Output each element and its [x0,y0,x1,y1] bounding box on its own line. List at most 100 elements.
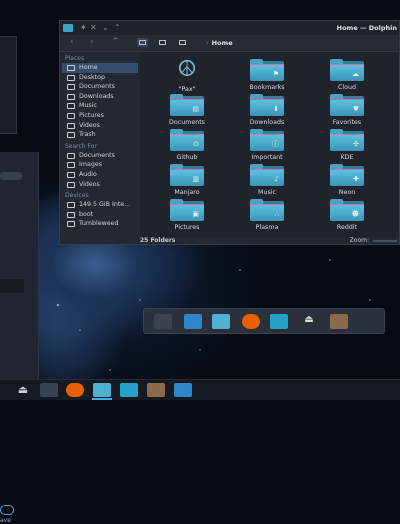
background-settings-window[interactable]: ave [0,152,39,524]
sidebar-item-icon [67,132,75,139]
settings-icon[interactable] [154,314,172,329]
minimize-icon[interactable]: ⌄ [102,23,109,32]
media-icon[interactable] [330,314,348,329]
search-item-label: Audio [79,170,97,178]
folder-label: Music [258,189,276,196]
file-view[interactable]: ☮ "Pax" ⚑ Bookmarks ☁ Cloud ▤ Documents ⬇ Downloa… [140,52,399,237]
sidebar-item-icon [67,103,75,110]
dolphin-taskbar-icon[interactable] [93,383,111,397]
plasma-icon: ∴ [250,199,284,221]
folder-item[interactable]: ∴ Plasma [227,199,307,231]
folder-item[interactable]: ☻ Reddit [307,199,387,231]
breadcrumb[interactable]: › Home [206,39,233,47]
device-item-icon [67,211,75,218]
folder-item[interactable]: ▥ Manjaro [147,164,227,196]
sidebar-item-pictures[interactable]: Pictures [62,111,138,121]
zoom-label: Zoom: [349,237,369,244]
folder-item[interactable]: ⊙ Github [147,129,227,161]
folder-taskbar-icon[interactable] [174,383,192,397]
sidebar-item-downloads[interactable]: Downloads [62,92,138,102]
background-window[interactable] [0,36,17,134]
sidebar-item-label: Desktop [79,73,105,81]
title-bar[interactable]: ✦ ✕ ⌄ ⌃ Home — Dolphin [60,21,399,35]
sidebar-item-icon [67,93,75,100]
discover-icon[interactable] [270,314,288,329]
dolphin-icon[interactable] [212,314,230,329]
toggle-switch[interactable] [0,505,14,515]
sidebar-item-videos[interactable]: Videos [62,121,138,131]
folder-label: Documents [169,119,205,126]
item-count: 25 Folders [140,237,176,244]
device-item-tumbleweed[interactable]: Tumbleweed [62,219,138,229]
download-icon: ⬇ [250,94,284,116]
search-item-icon [67,162,75,169]
peace-icon: ☮ [177,57,197,82]
sidebar-item-desktop[interactable]: Desktop [62,73,138,83]
sidebar-item-home[interactable]: Home [62,63,138,73]
folder-label: "Pax" [178,86,196,93]
firefox-icon[interactable] [242,314,260,329]
zoom-slider[interactable] [373,240,397,242]
folder-item[interactable]: ✚ Neon [307,164,387,196]
breadcrumb-separator: › [206,39,209,47]
heart-icon: ♥ [330,94,364,116]
search-item-documents[interactable]: Documents [62,151,138,161]
close-icon[interactable]: ✕ [90,23,97,32]
music-icon: ♪ [250,164,284,186]
folder-item[interactable]: ♪ Music [227,164,307,196]
sidebar-item-icon [67,122,75,129]
launcher-icon[interactable]: ⏏ [14,383,32,397]
sidebar-item-label: Home [79,64,98,71]
device-item-boot[interactable]: boot [62,210,138,220]
discover-taskbar-icon[interactable] [120,383,138,397]
sidebar-item-documents[interactable]: Documents [62,82,138,92]
back-icon[interactable]: ‹ [70,38,74,47]
firefox-taskbar-icon[interactable] [66,383,84,397]
search-header: Search For [65,142,97,150]
folder-label: Neon [338,189,356,196]
window-title: Home — Dolphin [336,24,397,32]
search-item-images[interactable]: Images [62,160,138,170]
folder-item[interactable]: ▤ Documents [147,94,227,126]
folder-item[interactable]: ⚑ Bookmarks [227,59,307,91]
folder-item[interactable]: ☁ Cloud [307,59,387,91]
sidebar-item-trash[interactable]: Trash [62,130,138,140]
folder-label: Github [176,154,198,161]
toggle-label: ave [0,517,11,524]
maximize-icon[interactable]: ⌃ [114,23,121,32]
folder-label: Manjaro [174,189,200,196]
folder-label: Plasma [255,224,279,231]
status-bar: 25 Folders Zoom: [140,237,399,245]
folder-icon[interactable] [184,314,202,329]
device-item-label: 149.5 GiB Inte... [79,201,131,209]
sidebar-item-music[interactable]: Music [62,101,138,111]
folder-item[interactable]: ☮ "Pax" [147,57,227,94]
bookmark-icon: ⚑ [250,59,284,81]
up-icon[interactable]: ⌃ [112,38,120,47]
settings-field[interactable] [0,279,24,293]
pin-icon[interactable]: ✦ [80,23,87,32]
folder-label: Important [251,154,283,161]
media-taskbar-icon[interactable] [147,383,165,397]
image-icon: ▣ [170,199,204,221]
folder-item[interactable]: ✣ KDE [307,129,387,161]
folder-item[interactable]: ▣ Pictures [147,199,227,231]
folder-item[interactable]: ⓘ Important [227,129,307,161]
icon-view-button[interactable] [137,38,148,47]
folder-item[interactable]: ♥ Favorites [307,94,387,126]
device-item-149-5-gib-inte[interactable]: 149.5 GiB Inte... [62,200,138,210]
folder-item[interactable]: ⬇ Downloads [227,94,307,126]
breadcrumb-home[interactable]: Home [212,39,233,47]
folder-label: Bookmarks [249,84,285,91]
compact-view-button[interactable] [157,38,168,47]
search-item-label: Videos [79,180,100,188]
eject-icon[interactable]: ⏏ [300,314,318,329]
places-panel: Places Home Desktop Documents Downloads Musi… [62,52,138,237]
settings-taskbar-icon[interactable] [40,383,58,397]
forward-icon[interactable]: › [90,38,94,47]
search-item-videos[interactable]: Videos [62,180,138,190]
details-view-button[interactable] [177,38,188,47]
dolphin-window: ✦ ✕ ⌄ ⌃ Home — Dolphin ‹ › ⌃ › Home Place… [59,20,400,245]
folder-label: Downloads [249,119,285,126]
search-item-audio[interactable]: Audio [62,170,138,180]
